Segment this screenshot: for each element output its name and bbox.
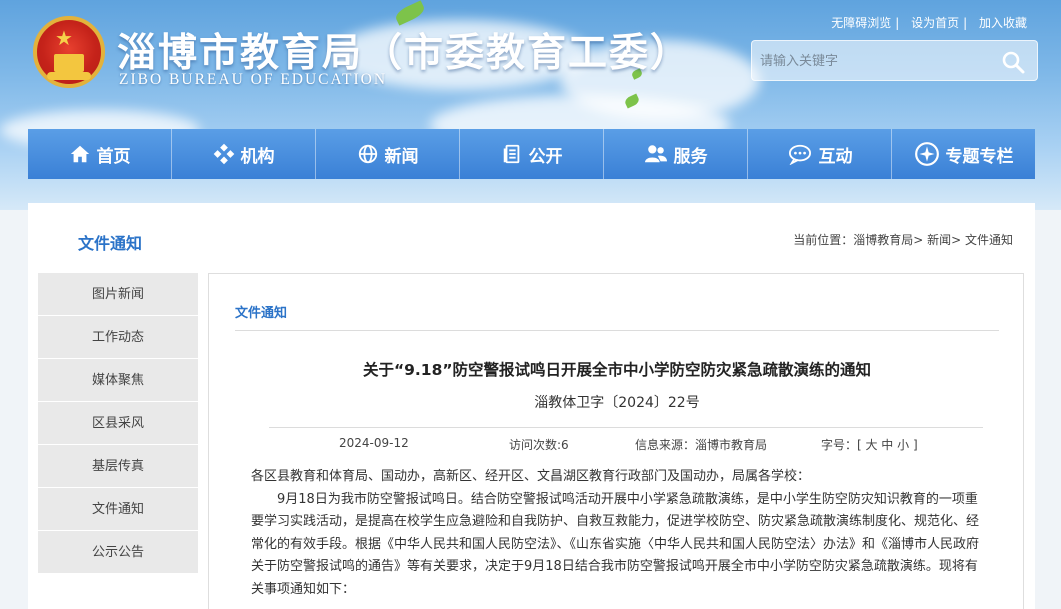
nav-item-home[interactable]: 首页	[28, 129, 172, 179]
search-input[interactable]	[760, 50, 980, 72]
site-title: 淄博市教育局（市委教育工委）	[117, 30, 692, 76]
nav-label: 服务	[673, 146, 708, 167]
nav-label: 互动	[818, 146, 853, 167]
accessibility-link[interactable]: 无障碍浏览	[831, 16, 891, 30]
article-category: 文件通知	[235, 306, 288, 321]
set-homepage-link[interactable]: 设为首页	[911, 16, 959, 30]
search-icon[interactable]	[1001, 50, 1025, 74]
nav-label: 新闻	[384, 146, 419, 167]
article-paragraph: 各区县教育和体育局、国动办，高新区、经开区、文昌湖区教育行政部门及国动办，局属各…	[251, 469, 811, 484]
gate-icon	[54, 54, 84, 72]
nav-item-special[interactable]: 专题专栏	[892, 129, 1035, 179]
sidebar-item-grassroots[interactable]: 基层传真	[38, 445, 198, 488]
sidebar-item-picture-news[interactable]: 图片新闻	[38, 273, 198, 316]
main-nav: 首页 机构 新闻 公开 服务 互动 专题专栏	[28, 129, 1035, 179]
article-date: 2024-09-12	[339, 436, 409, 450]
chat-icon	[788, 144, 811, 165]
star-icon: ★	[55, 26, 73, 50]
sidebar-item-notices[interactable]: 文件通知	[38, 488, 198, 531]
document-icon	[503, 144, 519, 164]
home-icon	[70, 145, 89, 163]
breadcrumb-prefix: 当前位置：	[793, 233, 854, 247]
article-body: 各区县教育和体育局、国动办，高新区、经开区、文昌湖区教育行政部门及国动办，局属各…	[251, 466, 981, 601]
nav-label: 公开	[528, 146, 563, 167]
add-favorite-link[interactable]: 加入收藏	[979, 16, 1027, 30]
article-container: 文件通知 关于“9.18”防空警报试鸣日开展全市中小学防空防灾紧急疏散演练的通知…	[208, 273, 1024, 609]
nav-label: 机构	[240, 146, 275, 167]
org-icon	[213, 143, 234, 165]
article-paragraph: 9月18日为我市防空警报试鸣日。结合防空警报试鸣活动开展中小学紧急疏散演练，是中…	[251, 491, 980, 597]
sidebar-item-media-focus[interactable]: 媒体聚焦	[38, 359, 198, 402]
site-subtitle: ZIBO BUREAU OF EDUCATION	[119, 71, 388, 88]
sidebar: 图片新闻 工作动态 媒体聚焦 区县采风 基层传真 文件通知 公示公告	[38, 273, 198, 574]
breadcrumb-path[interactable]: 淄博教育局> 新闻> 文件通知	[853, 233, 1013, 247]
nav-item-news[interactable]: 新闻	[316, 129, 460, 179]
top-links: 无障碍浏览 | 设为首页 | 加入收藏	[831, 16, 1027, 30]
nav-item-org[interactable]: 机构	[172, 129, 316, 179]
breadcrumb: 当前位置：淄博教育局> 新闻> 文件通知	[793, 231, 1013, 248]
nav-item-public[interactable]: 公开	[460, 129, 604, 179]
article-views: 访问次数:6	[509, 438, 569, 452]
article-source: 信息来源：淄博市教育局	[635, 438, 768, 452]
compass-icon	[914, 142, 939, 166]
article-meta: 2024-09-12 访问次数:6 信息来源：淄博市教育局 字号：[ 大 中 小…	[269, 427, 983, 453]
nav-item-service[interactable]: 服务	[604, 129, 748, 179]
national-emblem-logo: ★	[33, 16, 105, 88]
emblem-base	[47, 72, 91, 80]
article-doc-number: 淄教体卫字〔2024〕22号	[534, 395, 700, 411]
divider	[235, 330, 999, 331]
users-icon	[644, 145, 667, 163]
sidebar-item-district-news[interactable]: 区县采风	[38, 402, 198, 445]
nav-item-interact[interactable]: 互动	[748, 129, 892, 179]
search-box	[751, 40, 1038, 81]
font-size-control[interactable]: 字号：[ 大 中 小 ]	[821, 436, 918, 453]
content-panel: 文件通知 当前位置：淄博教育局> 新闻> 文件通知 图片新闻 工作动态 媒体聚焦…	[28, 203, 1035, 609]
sidebar-item-work-updates[interactable]: 工作动态	[38, 316, 198, 359]
sidebar-item-announcements[interactable]: 公示公告	[38, 531, 198, 574]
nav-label: 专题专栏	[945, 146, 1014, 167]
nav-label: 首页	[96, 146, 131, 167]
globe-icon	[358, 144, 377, 164]
article-title: 关于“9.18”防空警报试鸣日开展全市中小学防空防灾紧急疏散演练的通知	[362, 361, 872, 379]
section-title: 文件通知	[78, 234, 143, 253]
